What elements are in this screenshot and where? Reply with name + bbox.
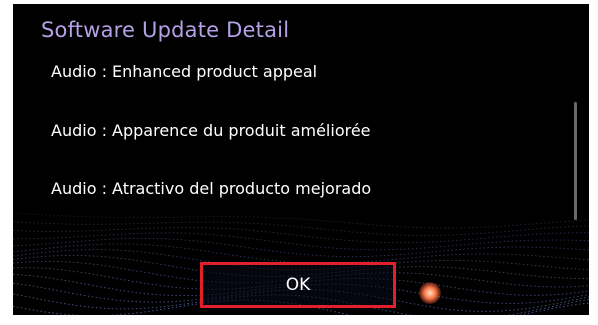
list-item: Audio : Atractivo del producto mejorado — [51, 179, 372, 198]
list-item: Audio : Apparence du produit améliorée — [51, 121, 371, 140]
update-detail-screen: Software Update Detail Audio : Enhanced … — [13, 4, 589, 315]
page-title: Software Update Detail — [41, 18, 290, 42]
glow-dot — [419, 282, 441, 304]
ok-button-label: OK — [285, 275, 311, 295]
wave-line — [13, 237, 589, 258]
wave-line — [13, 243, 589, 264]
ok-button[interactable]: OK — [200, 262, 396, 308]
wave-line — [13, 227, 589, 244]
scrollbar[interactable] — [574, 102, 577, 220]
list-item: Audio : Enhanced product appeal — [51, 62, 318, 81]
